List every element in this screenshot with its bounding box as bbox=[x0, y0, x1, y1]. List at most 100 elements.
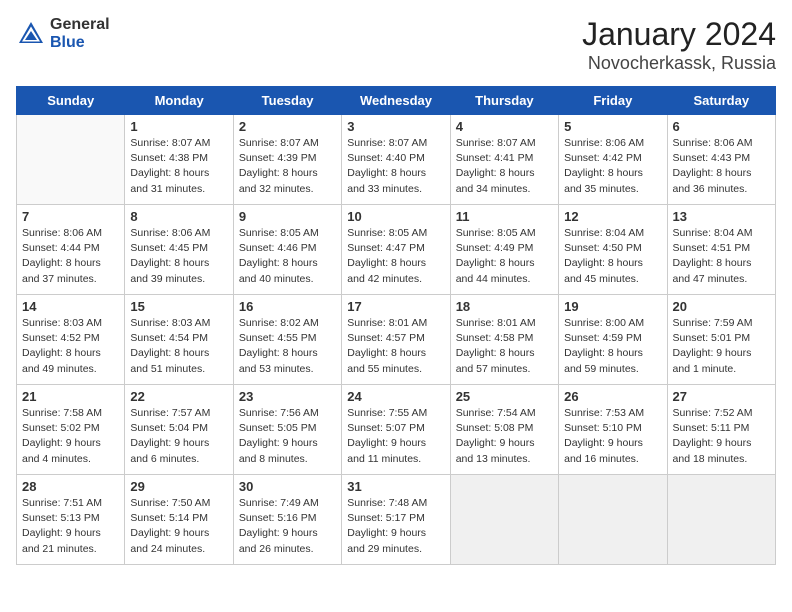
day-info: Sunrise: 8:07 AMSunset: 4:39 PMDaylight:… bbox=[239, 136, 336, 197]
weekday-header-wednesday: Wednesday bbox=[342, 87, 450, 115]
month-title: January 2024 bbox=[582, 16, 776, 53]
logo-text: General Blue bbox=[50, 16, 110, 51]
day-number: 25 bbox=[456, 389, 553, 404]
calendar-cell: 14 Sunrise: 8:03 AMSunset: 4:52 PMDayligh… bbox=[17, 295, 125, 385]
day-number: 13 bbox=[673, 209, 770, 224]
day-number: 7 bbox=[22, 209, 119, 224]
day-number: 30 bbox=[239, 479, 336, 494]
day-info: Sunrise: 8:05 AMSunset: 4:49 PMDaylight:… bbox=[456, 226, 553, 287]
day-info: Sunrise: 8:05 AMSunset: 4:46 PMDaylight:… bbox=[239, 226, 336, 287]
calendar-cell: 10Sunrise: 8:05 AMSunset: 4:47 PMDayligh… bbox=[342, 205, 450, 295]
calendar-cell: 16Sunrise: 8:02 AMSunset: 4:55 PMDayligh… bbox=[233, 295, 341, 385]
day-info: Sunrise: 7:48 AMSunset: 5:17 PMDaylight:… bbox=[347, 496, 444, 557]
day-number: 1 bbox=[130, 119, 227, 134]
calendar-cell: 6 Sunrise: 8:06 AMSunset: 4:43 PMDaylight… bbox=[667, 115, 775, 205]
day-info: Sunrise: 8:00 AMSunset: 4:59 PMDaylight:… bbox=[564, 316, 661, 377]
day-info: Sunrise: 7:49 AMSunset: 5:16 PMDaylight:… bbox=[239, 496, 336, 557]
day-info: Sunrise: 8:05 AMSunset: 4:47 PMDaylight:… bbox=[347, 226, 444, 287]
day-info: Sunrise: 8:06 AMSunset: 4:42 PMDaylight:… bbox=[564, 136, 661, 197]
day-number: 19 bbox=[564, 299, 661, 314]
day-info: Sunrise: 8:07 AMSunset: 4:41 PMDaylight:… bbox=[456, 136, 553, 197]
calendar-cell: 8 Sunrise: 8:06 AMSunset: 4:45 PMDaylight… bbox=[125, 205, 233, 295]
day-info: Sunrise: 7:54 AMSunset: 5:08 PMDaylight:… bbox=[456, 406, 553, 467]
location-title: Novocherkassk, Russia bbox=[582, 53, 776, 74]
day-number: 29 bbox=[130, 479, 227, 494]
day-number: 2 bbox=[239, 119, 336, 134]
day-info: Sunrise: 7:52 AMSunset: 5:11 PMDaylight:… bbox=[673, 406, 770, 467]
calendar-cell: 22Sunrise: 7:57 AMSunset: 5:04 PMDayligh… bbox=[125, 385, 233, 475]
calendar-header-row: SundayMondayTuesdayWednesdayThursdayFrid… bbox=[17, 87, 776, 115]
day-number: 24 bbox=[347, 389, 444, 404]
day-number: 3 bbox=[347, 119, 444, 134]
day-number: 20 bbox=[673, 299, 770, 314]
calendar-cell: 25 Sunrise: 7:54 AMSunset: 5:08 PMDayligh… bbox=[450, 385, 558, 475]
day-info: Sunrise: 8:04 AMSunset: 4:51 PMDaylight:… bbox=[673, 226, 770, 287]
calendar-cell: 4 Sunrise: 8:07 AMSunset: 4:41 PMDaylight… bbox=[450, 115, 558, 205]
day-info: Sunrise: 7:57 AMSunset: 5:04 PMDaylight:… bbox=[130, 406, 227, 467]
day-info: Sunrise: 7:55 AMSunset: 5:07 PMDaylight:… bbox=[347, 406, 444, 467]
day-number: 11 bbox=[456, 209, 553, 224]
day-info: Sunrise: 8:06 AMSunset: 4:43 PMDaylight:… bbox=[673, 136, 770, 197]
calendar-cell: 20 Sunrise: 7:59 AMSunset: 5:01 PMDayligh… bbox=[667, 295, 775, 385]
day-number: 12 bbox=[564, 209, 661, 224]
weekday-header-monday: Monday bbox=[125, 87, 233, 115]
calendar-week-row: 21 Sunrise: 7:58 AMSunset: 5:02 PMDayligh… bbox=[17, 385, 776, 475]
day-number: 9 bbox=[239, 209, 336, 224]
calendar-cell: 5 Sunrise: 8:06 AMSunset: 4:42 PMDaylight… bbox=[559, 115, 667, 205]
day-number: 6 bbox=[673, 119, 770, 134]
calendar-cell: 29 Sunrise: 7:50 AMSunset: 5:14 PMDayligh… bbox=[125, 475, 233, 565]
day-number: 23 bbox=[239, 389, 336, 404]
calendar-cell: 30 Sunrise: 7:49 AMSunset: 5:16 PMDayligh… bbox=[233, 475, 341, 565]
calendar-cell: 19 Sunrise: 8:00 AMSunset: 4:59 PMDayligh… bbox=[559, 295, 667, 385]
day-number: 31 bbox=[347, 479, 444, 494]
day-info: Sunrise: 8:06 AMSunset: 4:45 PMDaylight:… bbox=[130, 226, 227, 287]
calendar-cell: 31 Sunrise: 7:48 AMSunset: 5:17 PMDayligh… bbox=[342, 475, 450, 565]
title-area: January 2024 Novocherkassk, Russia bbox=[582, 16, 776, 74]
day-number: 21 bbox=[22, 389, 119, 404]
logo-blue-text: Blue bbox=[50, 34, 110, 52]
calendar-cell: 3 Sunrise: 8:07 AMSunset: 4:40 PMDaylight… bbox=[342, 115, 450, 205]
page-header: General Blue January 2024 Novocherkassk,… bbox=[16, 16, 776, 74]
weekday-header-thursday: Thursday bbox=[450, 87, 558, 115]
weekday-header-saturday: Saturday bbox=[667, 87, 775, 115]
calendar-week-row: 28Sunrise: 7:51 AMSunset: 5:13 PMDayligh… bbox=[17, 475, 776, 565]
calendar-cell: 12Sunrise: 8:04 AMSunset: 4:50 PMDayligh… bbox=[559, 205, 667, 295]
day-info: Sunrise: 7:53 AMSunset: 5:10 PMDaylight:… bbox=[564, 406, 661, 467]
day-number: 17 bbox=[347, 299, 444, 314]
calendar-cell: 28Sunrise: 7:51 AMSunset: 5:13 PMDayligh… bbox=[17, 475, 125, 565]
calendar-cell: 27 Sunrise: 7:52 AMSunset: 5:11 PMDayligh… bbox=[667, 385, 775, 475]
day-number: 16 bbox=[239, 299, 336, 314]
day-info: Sunrise: 8:07 AMSunset: 4:38 PMDaylight:… bbox=[130, 136, 227, 197]
day-info: Sunrise: 7:58 AMSunset: 5:02 PMDaylight:… bbox=[22, 406, 119, 467]
calendar-cell bbox=[450, 475, 558, 565]
day-number: 8 bbox=[130, 209, 227, 224]
day-number: 4 bbox=[456, 119, 553, 134]
day-info: Sunrise: 8:07 AMSunset: 4:40 PMDaylight:… bbox=[347, 136, 444, 197]
calendar-table: SundayMondayTuesdayWednesdayThursdayFrid… bbox=[16, 86, 776, 565]
logo-general-text: General bbox=[50, 16, 110, 34]
day-number: 14 bbox=[22, 299, 119, 314]
day-number: 28 bbox=[22, 479, 119, 494]
calendar-cell: 26Sunrise: 7:53 AMSunset: 5:10 PMDayligh… bbox=[559, 385, 667, 475]
day-info: Sunrise: 8:01 AMSunset: 4:57 PMDaylight:… bbox=[347, 316, 444, 377]
calendar-cell: 11 Sunrise: 8:05 AMSunset: 4:49 PMDayligh… bbox=[450, 205, 558, 295]
calendar-cell bbox=[17, 115, 125, 205]
calendar-cell: 17 Sunrise: 8:01 AMSunset: 4:57 PMDayligh… bbox=[342, 295, 450, 385]
calendar-cell: 7 Sunrise: 8:06 AMSunset: 4:44 PMDaylight… bbox=[17, 205, 125, 295]
calendar-cell: 21 Sunrise: 7:58 AMSunset: 5:02 PMDayligh… bbox=[17, 385, 125, 475]
weekday-header-friday: Friday bbox=[559, 87, 667, 115]
calendar-cell: 18Sunrise: 8:01 AMSunset: 4:58 PMDayligh… bbox=[450, 295, 558, 385]
calendar-cell bbox=[559, 475, 667, 565]
day-info: Sunrise: 7:59 AMSunset: 5:01 PMDaylight:… bbox=[673, 316, 770, 377]
calendar-cell: 2 Sunrise: 8:07 AMSunset: 4:39 PMDaylight… bbox=[233, 115, 341, 205]
calendar-week-row: 14 Sunrise: 8:03 AMSunset: 4:52 PMDayligh… bbox=[17, 295, 776, 385]
calendar-cell: 13 Sunrise: 8:04 AMSunset: 4:51 PMDayligh… bbox=[667, 205, 775, 295]
day-number: 27 bbox=[673, 389, 770, 404]
day-info: Sunrise: 8:06 AMSunset: 4:44 PMDaylight:… bbox=[22, 226, 119, 287]
logo: General Blue bbox=[16, 16, 110, 51]
day-info: Sunrise: 8:03 AMSunset: 4:54 PMDaylight:… bbox=[130, 316, 227, 377]
logo-icon bbox=[16, 19, 46, 49]
day-number: 5 bbox=[564, 119, 661, 134]
day-info: Sunrise: 7:50 AMSunset: 5:14 PMDaylight:… bbox=[130, 496, 227, 557]
day-info: Sunrise: 8:03 AMSunset: 4:52 PMDaylight:… bbox=[22, 316, 119, 377]
